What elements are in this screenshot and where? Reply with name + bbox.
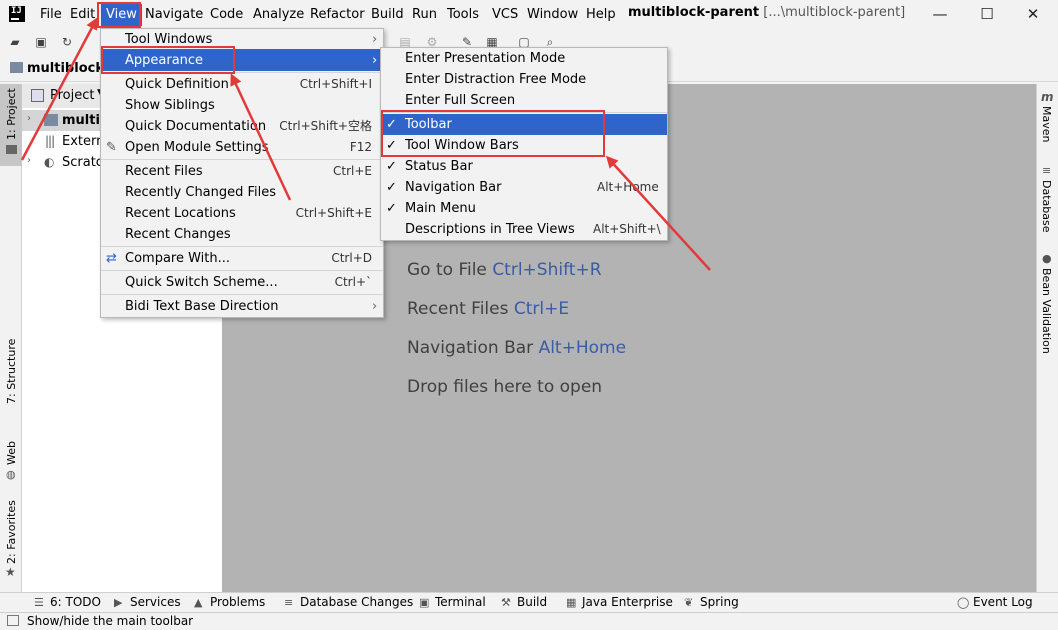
arrow-to-view-menu: [20, 17, 98, 161]
arrow-to-appearance: [230, 73, 292, 201]
annotation-arrows: [20, 17, 711, 271]
arrow-to-toolbar-options: [605, 155, 711, 271]
